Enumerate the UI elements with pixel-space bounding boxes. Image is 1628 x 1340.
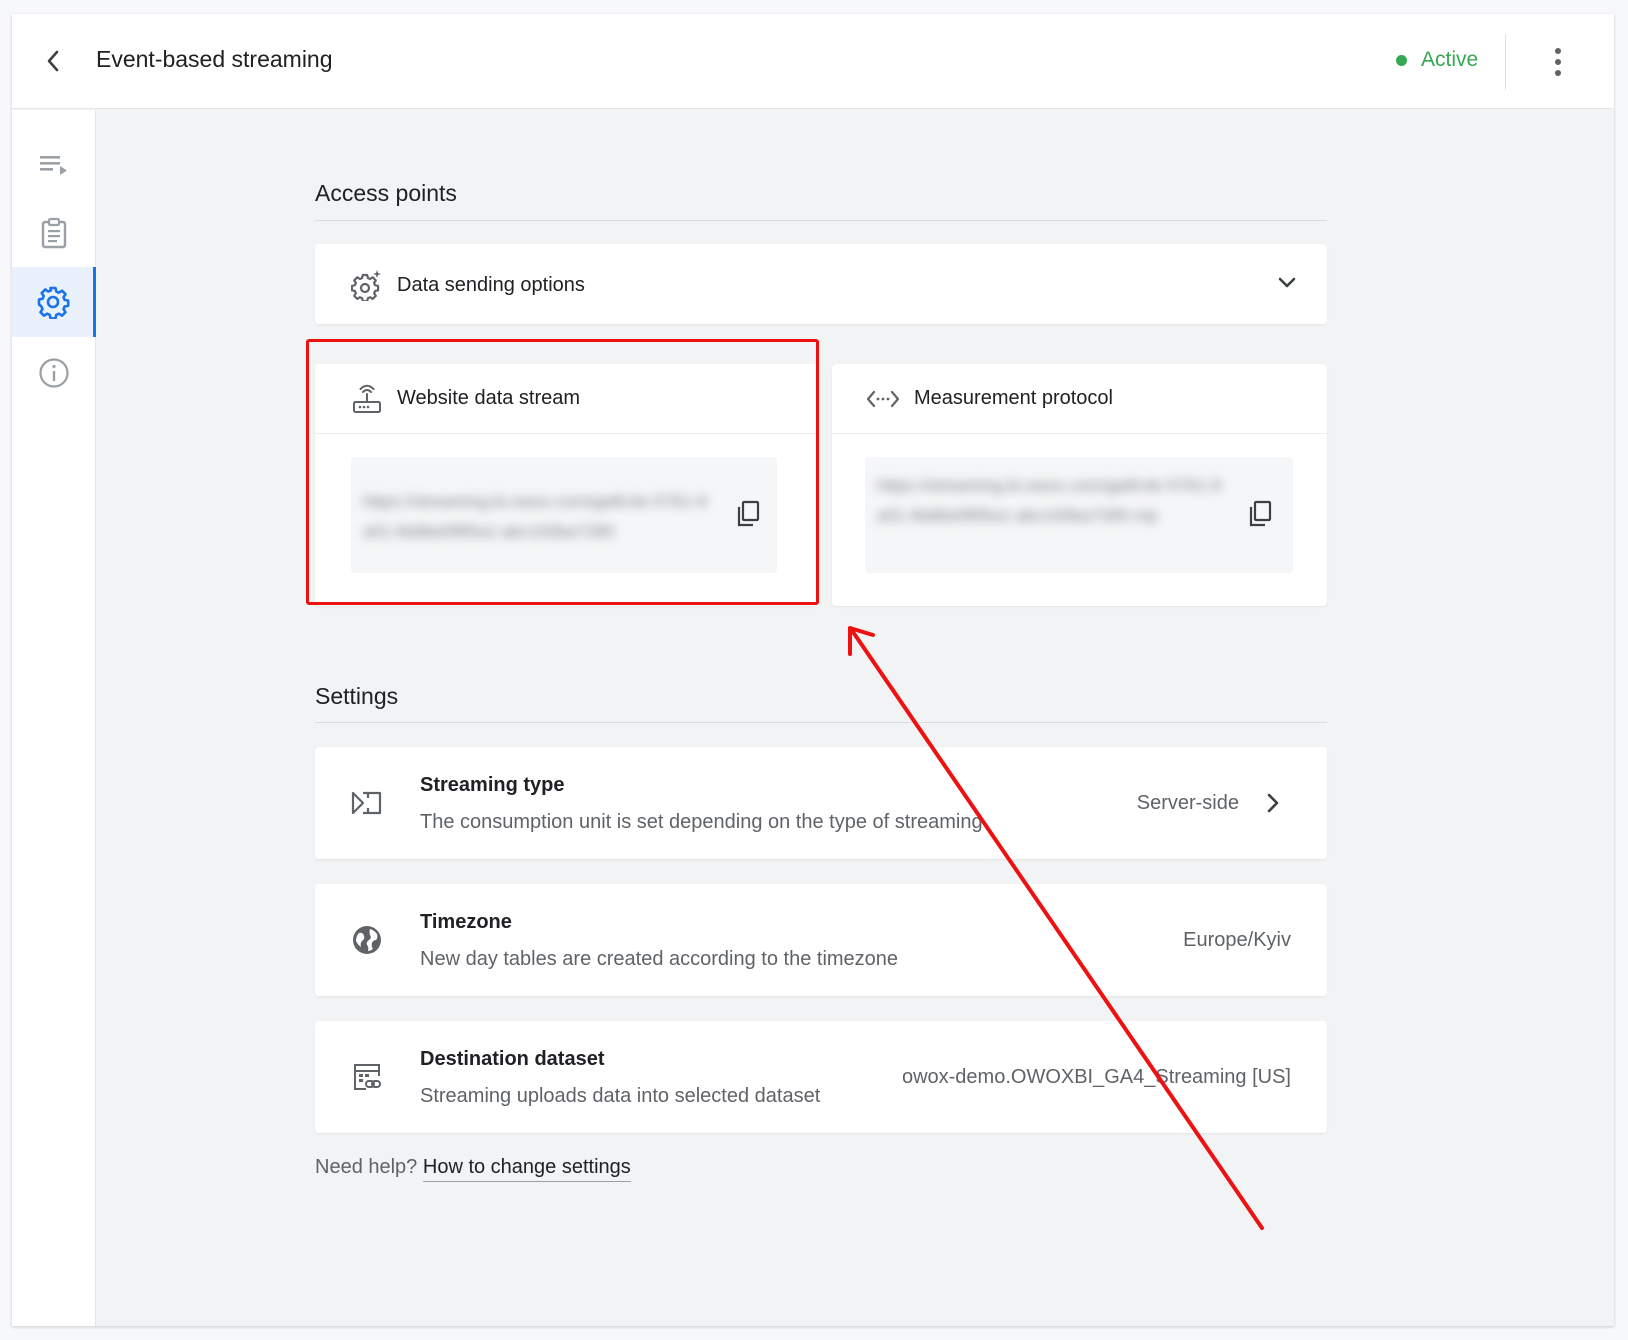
measurement-protocol-header: Measurement protocol <box>832 364 1327 434</box>
help-prefix: Need help? <box>315 1156 423 1178</box>
website-data-stream-title: Website data stream <box>397 387 581 409</box>
website-data-stream-header: Website data stream <box>315 364 817 434</box>
setting-title: Streaming type <box>420 774 565 796</box>
gear-sparkle-icon <box>351 270 381 301</box>
more-vert-icon <box>1555 48 1561 54</box>
access-points-heading: Access points <box>315 180 457 206</box>
setting-title: Timezone <box>420 911 512 933</box>
measurement-protocol-url-field: https://streaming.bi.owox.com/gatfc4e-57… <box>865 457 1293 573</box>
chevron-right-icon <box>1267 793 1279 813</box>
sidebar-item-info[interactable] <box>12 338 96 408</box>
sidebar <box>12 110 96 1326</box>
copy-icon <box>737 500 760 527</box>
back-button[interactable] <box>38 44 68 78</box>
data-sending-options-panel[interactable]: Data sending options <box>315 244 1327 324</box>
setting-description: New day tables are created according to … <box>420 948 899 970</box>
measurement-protocol-title: Measurement protocol <box>914 387 1113 409</box>
website-data-stream-card: Website data stream https://streaming.bi… <box>315 364 817 606</box>
setting-description: The consumption unit is set depending on… <box>420 811 983 833</box>
header-divider <box>1505 34 1506 90</box>
measurement-protocol-card: Measurement protocol https://streaming.b… <box>832 364 1327 606</box>
sidebar-item-runs[interactable] <box>12 130 96 200</box>
page-title: Event-based streaming <box>96 46 333 72</box>
website-stream-url-field: https://streaming.bi.owox.com/gatfc4e-57… <box>351 457 777 573</box>
measurement-protocol-url: https://streaming.bi.owox.com/gatfc4e-57… <box>877 476 1221 525</box>
code-arrows-icon <box>866 390 900 407</box>
status-dot-icon <box>1396 54 1407 66</box>
website-stream-url: https://streaming.bi.owox.com/gatfc4e-57… <box>363 492 707 541</box>
app-window: Event-based streaming Active Access poin… <box>12 14 1614 1326</box>
setting-row-timezone[interactable]: Timezone New day tables are created acco… <box>315 884 1327 996</box>
sidebar-item-logs[interactable] <box>12 198 96 268</box>
setting-value: owox-demo.OWOXBI_GA4_Streaming [US] <box>901 1066 1291 1088</box>
copy-icon <box>1249 500 1272 527</box>
dataset-link-icon <box>354 1064 381 1090</box>
sidebar-item-settings[interactable] <box>12 267 96 337</box>
playlist-play-icon <box>40 156 67 175</box>
globe-icon <box>353 926 381 954</box>
setting-row-streaming-type[interactable]: Streaming type The consumption unit is s… <box>315 747 1327 859</box>
copy-website-url-button[interactable] <box>731 497 765 531</box>
status-badge: Active <box>1396 48 1478 72</box>
info-icon <box>39 358 69 388</box>
setting-row-destination-dataset[interactable]: Destination dataset Streaming uploads da… <box>315 1021 1327 1133</box>
setting-title: Destination dataset <box>420 1048 605 1070</box>
settings-divider <box>315 722 1327 723</box>
top-bar: Event-based streaming Active <box>12 14 1614 109</box>
status-label: Active <box>1421 48 1479 71</box>
data-sending-options-label: Data sending options <box>397 273 585 296</box>
clipboard-icon <box>41 217 67 249</box>
router-icon <box>353 384 381 413</box>
chevron-down-icon <box>1278 277 1296 288</box>
main-content: Access points Data sending options Websi… <box>97 110 1614 1326</box>
chevron-left-icon <box>47 50 59 72</box>
how-to-change-settings-link[interactable]: How to change settings <box>422 1156 631 1182</box>
settings-heading: Settings <box>315 683 399 709</box>
streaming-icon <box>351 791 382 815</box>
help-text: Need help? How to change settings <box>315 1156 631 1182</box>
setting-value: Server-side <box>1136 792 1239 814</box>
setting-description: Streaming uploads data into selected dat… <box>420 1085 821 1107</box>
setting-value: Europe/Kyiv <box>1183 929 1291 951</box>
more-options-button[interactable] <box>1548 47 1568 77</box>
access-points-divider <box>315 220 1327 221</box>
gear-icon <box>37 286 69 319</box>
copy-measurement-url-button[interactable] <box>1243 497 1277 531</box>
